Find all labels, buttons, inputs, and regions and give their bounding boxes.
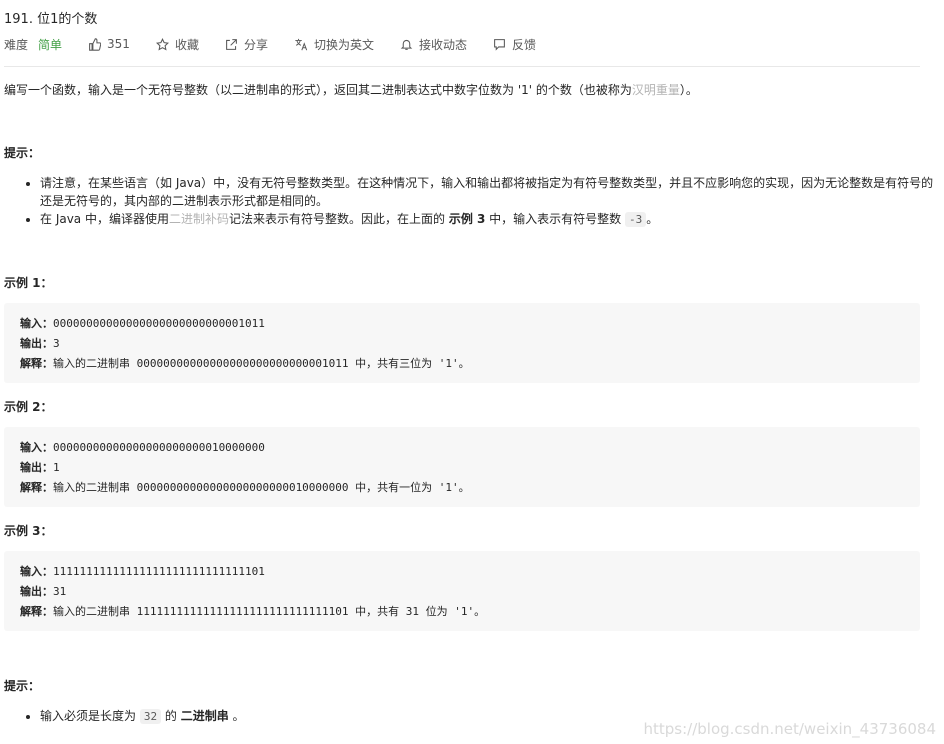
- output-label: 输出：: [20, 461, 53, 474]
- constraint-bold: 二进制串: [180, 709, 229, 723]
- example-input-line: 输入：11111111111111111111111111111101: [20, 563, 265, 579]
- description-tail: ）。: [679, 83, 698, 97]
- switch-language-button[interactable]: 切换为英文: [294, 36, 374, 53]
- example-output-line: 输出：1: [20, 459, 60, 475]
- translate-icon: [295, 38, 308, 50]
- explain-value: 输入的二进制串 11111111111111111111111111111101…: [53, 605, 486, 618]
- example-input-line: 输入：00000000000000000000000000001011: [20, 315, 265, 331]
- output-value: 31: [53, 585, 67, 598]
- problem-title: 191. 位1的个数: [4, 12, 98, 27]
- favorite-label: 收藏: [174, 37, 199, 52]
- twos-complement-link[interactable]: 二进制补码: [169, 212, 229, 226]
- like-count: 351: [107, 37, 130, 51]
- hamming-weight-link[interactable]: 汉明重量: [632, 83, 680, 97]
- example-1-block: 输入：00000000000000000000000000001011 输出：3…: [4, 303, 920, 383]
- problem-description: 编写一个函数，输入是一个无符号整数（以二进制串的形式），返回其二进制表达式中数字…: [4, 81, 698, 98]
- star-icon: [155, 37, 169, 50]
- feedback-label: 反馈: [512, 37, 537, 52]
- share-button[interactable]: 分享: [225, 36, 268, 53]
- constraints-heading: 提示：: [4, 679, 41, 693]
- inline-code: 32: [139, 709, 162, 724]
- difficulty-badge: 简单: [38, 37, 63, 52]
- explain-label: 解释：: [20, 605, 53, 618]
- output-value: 1: [53, 461, 60, 474]
- example-output-line: 输出：3: [20, 335, 60, 351]
- example-explain-line: 解释：输入的二进制串 11111111111111111111111111111…: [20, 603, 485, 619]
- explain-label: 解释：: [20, 357, 53, 370]
- explain-label: 解释：: [20, 481, 53, 494]
- like-button[interactable]: 351: [88, 37, 130, 51]
- bell-icon: [400, 39, 413, 50]
- input-label: 输入：: [20, 441, 53, 454]
- share-icon: [226, 38, 237, 50]
- hints-list: 请注意，在某些语言（如 Java）中，没有无符号整数类型。在这种情况下，输入和输…: [24, 174, 940, 229]
- example-2-heading: 示例 2：: [4, 400, 53, 414]
- difficulty-label: 难度: [4, 37, 29, 52]
- feedback-icon: [494, 38, 505, 51]
- output-value: 3: [53, 337, 60, 350]
- input-label: 输入：: [20, 317, 53, 330]
- hints-heading: 提示：: [4, 146, 41, 160]
- hint-text: 中，输入表示有符号整数: [485, 212, 625, 226]
- hint-text: 在 Java 中，编译器使用: [40, 212, 169, 226]
- constraint-text: 。: [228, 709, 245, 723]
- output-label: 输出：: [20, 585, 53, 598]
- watermark: https://blog.csdn.net/weixin_43736084: [643, 720, 936, 738]
- input-value: 00000000000000000000000000001011: [53, 317, 265, 330]
- example-1-heading: 示例 1：: [4, 276, 53, 290]
- example-2-block: 输入：00000000000000000000000010000000 输出：1…: [4, 427, 920, 507]
- favorite-button[interactable]: 收藏: [155, 36, 199, 53]
- hint-text: 记法来表示有符号整数。因此，在上面的: [229, 212, 449, 226]
- example-input-line: 输入：00000000000000000000000010000000: [20, 439, 265, 455]
- explain-value: 输入的二进制串 00000000000000000000000010000000…: [53, 481, 470, 494]
- constraint-text: 输入必须是长度为: [40, 709, 140, 723]
- explain-value: 输入的二进制串 00000000000000000000000000001011…: [53, 357, 470, 370]
- problem-meta-bar: 难度 简单 351 收藏 分享 切换为英文 接收动态 反馈: [4, 35, 562, 53]
- example-output-line: 输出：31: [20, 583, 66, 599]
- switch-language-label: 切换为英文: [313, 37, 374, 52]
- meta-divider: [4, 66, 920, 67]
- follow-label: 接收动态: [418, 37, 467, 52]
- example-explain-line: 解释：输入的二进制串 00000000000000000000000010000…: [20, 479, 470, 495]
- hint-item: 请注意，在某些语言（如 Java）中，没有无符号整数类型。在这种情况下，输入和输…: [40, 174, 940, 210]
- hint-text: 。: [646, 212, 659, 226]
- hint-item: 在 Java 中，编译器使用二进制补码记法来表示有符号整数。因此，在上面的 示例…: [40, 210, 940, 229]
- input-value: 00000000000000000000000010000000: [53, 441, 265, 454]
- input-label: 输入：: [20, 565, 53, 578]
- inline-code: -3: [625, 212, 647, 227]
- share-label: 分享: [243, 37, 268, 52]
- example-3-block: 输入：11111111111111111111111111111101 输出：3…: [4, 551, 920, 631]
- input-value: 11111111111111111111111111111101: [53, 565, 265, 578]
- example-3-heading: 示例 3：: [4, 524, 53, 538]
- example-explain-line: 解释：输入的二进制串 00000000000000000000000000001…: [20, 355, 470, 371]
- thumbs-up-icon: [89, 37, 102, 51]
- output-label: 输出：: [20, 337, 53, 350]
- description-text: 编写一个函数，输入是一个无符号整数（以二进制串的形式），返回其二进制表达式中数字…: [4, 83, 632, 97]
- hint-bold: 示例 3: [448, 212, 486, 226]
- constraint-text: 的: [161, 709, 181, 723]
- follow-button[interactable]: 接收动态: [400, 36, 467, 53]
- feedback-button[interactable]: 反馈: [493, 36, 536, 53]
